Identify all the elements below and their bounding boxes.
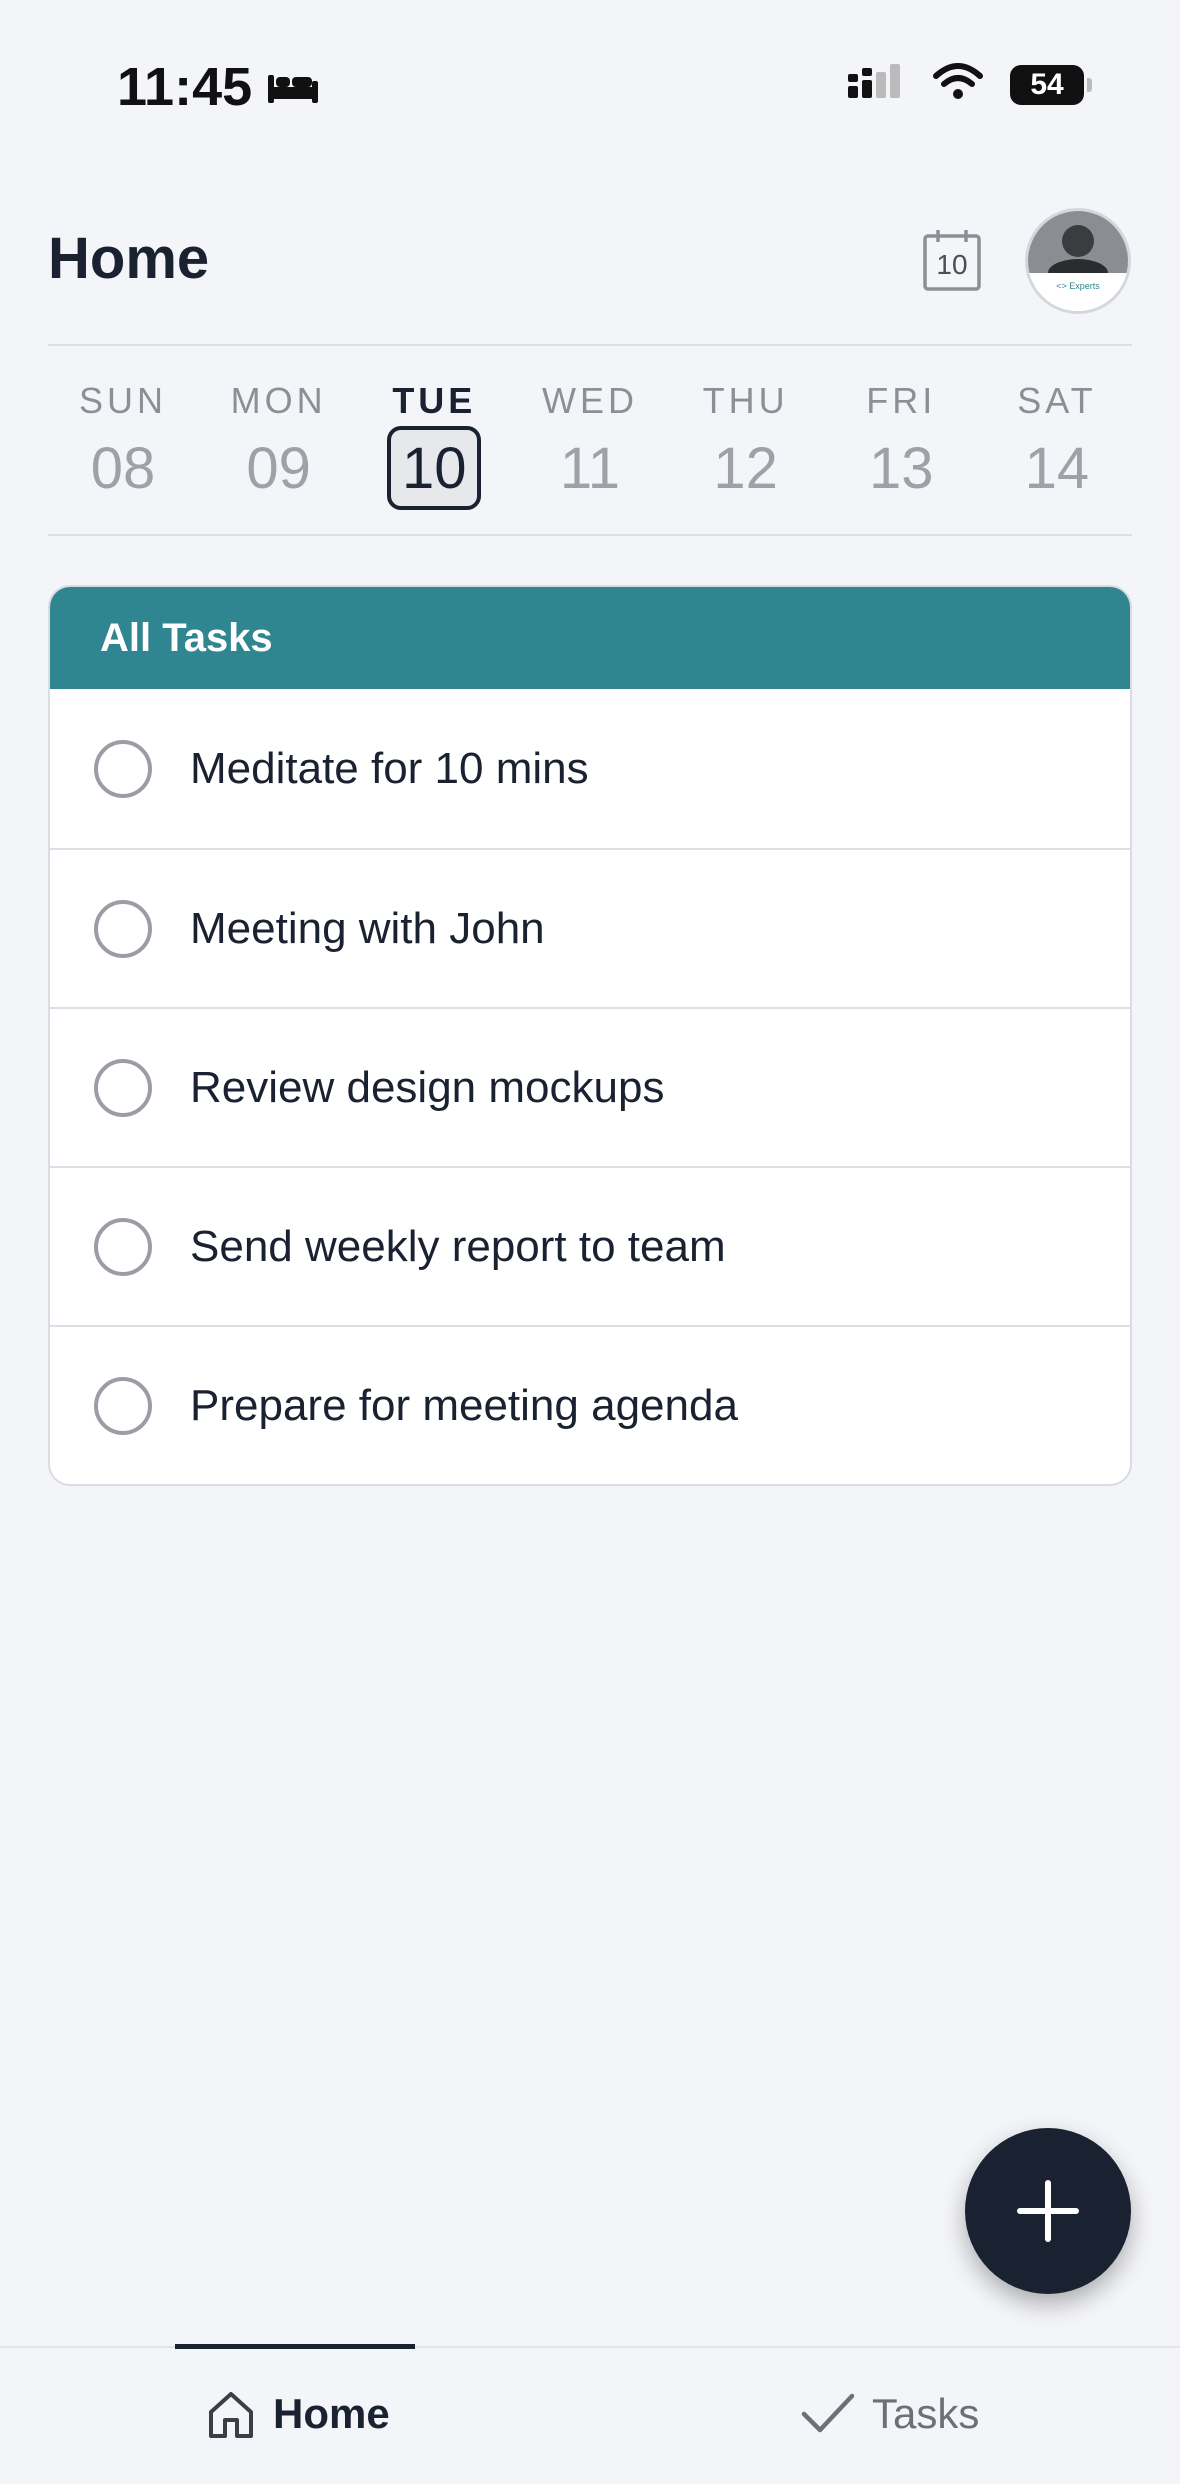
- tab-tasks-label: Tasks: [872, 2390, 980, 2437]
- task-row[interactable]: Meeting with John: [50, 848, 1130, 1007]
- task-checkbox[interactable]: [94, 1058, 152, 1117]
- svg-text:<> Experts: <> Experts: [1056, 281, 1100, 291]
- calendar-icon: 10: [923, 230, 981, 291]
- day-wed[interactable]: WED 11: [525, 370, 655, 520]
- day-sat[interactable]: SAT 14: [992, 370, 1122, 520]
- task-checkbox[interactable]: [94, 1217, 152, 1276]
- battery-icon: 54: [1010, 64, 1092, 105]
- checkmark-icon: [801, 2393, 855, 2433]
- wifi-icon: [932, 62, 984, 107]
- week-strip: SUN 08 MON 09 TUE 10 WED 11 THU 12 FRI 13 SAT 14: [48, 370, 1132, 520]
- task-row[interactable]: Meditate for 10 mins: [50, 689, 1130, 848]
- status-bar: 11:45 54: [0, 0, 1180, 175]
- plus-icon: [1017, 2180, 1079, 2242]
- day-number: 09: [246, 435, 311, 501]
- day-name: THU: [702, 380, 789, 421]
- day-name: WED: [541, 380, 638, 421]
- task-list: Meditate for 10 mins Meeting with John Rev…: [50, 689, 1130, 1484]
- day-fri[interactable]: FRI 13: [836, 370, 966, 520]
- day-name: SAT: [1017, 380, 1097, 421]
- calendar-button[interactable]: 10: [922, 228, 982, 292]
- clock-time: 11:45: [117, 57, 253, 117]
- day-number: 11: [559, 435, 621, 501]
- tab-active-indicator: [175, 2344, 415, 2349]
- day-number: 10: [387, 426, 482, 510]
- tab-tasks[interactable]: Tasks: [800, 2388, 979, 2440]
- task-label: Meeting with John: [190, 903, 545, 953]
- task-checkbox[interactable]: [94, 899, 152, 958]
- task-row[interactable]: Send weekly report to team: [50, 1166, 1130, 1325]
- header-divider: [48, 344, 1132, 346]
- day-name: MON: [230, 380, 327, 421]
- tab-bar: Home Tasks: [0, 2344, 1180, 2484]
- tab-home[interactable]: Home: [205, 2388, 390, 2440]
- task-card-header: All Tasks: [50, 587, 1130, 689]
- task-label: Prepare for meeting agenda: [190, 1380, 738, 1430]
- week-divider: [48, 534, 1132, 536]
- day-sun[interactable]: SUN 08: [58, 370, 188, 520]
- calendar-day-number: 10: [936, 249, 967, 280]
- task-checkbox[interactable]: [94, 1376, 152, 1435]
- home-icon: [209, 2392, 253, 2438]
- day-number: 13: [869, 435, 934, 501]
- bed-icon: [266, 56, 320, 118]
- day-number: 12: [713, 435, 778, 501]
- tab-home-label: Home: [273, 2390, 390, 2437]
- day-tue[interactable]: TUE 10: [369, 370, 499, 520]
- task-label: Meditate for 10 mins: [190, 743, 589, 793]
- status-time: 11:45: [117, 56, 320, 118]
- add-task-button[interactable]: [965, 2128, 1131, 2294]
- day-number: 14: [1024, 435, 1090, 501]
- user-avatar[interactable]: <> Experts: [1025, 208, 1131, 314]
- profile-photo: <> Experts: [1028, 211, 1128, 311]
- task-row[interactable]: Prepare for meeting agenda: [50, 1325, 1130, 1484]
- battery-level: 54: [1030, 67, 1064, 101]
- status-icons: 54: [846, 62, 1092, 107]
- task-card: All Tasks Meditate for 10 mins Meeting wi…: [48, 585, 1132, 1486]
- day-name: FRI: [866, 380, 937, 421]
- cellular-signal-icon: [846, 62, 906, 107]
- task-row[interactable]: Review design mockups: [50, 1007, 1130, 1166]
- task-checkbox[interactable]: [94, 739, 152, 798]
- day-thu[interactable]: THU 12: [681, 370, 811, 520]
- task-label: Review design mockups: [190, 1062, 665, 1112]
- task-label: Send weekly report to team: [190, 1221, 726, 1271]
- day-name: TUE: [392, 380, 477, 421]
- day-number: 08: [90, 435, 156, 501]
- page-title: Home: [48, 226, 210, 291]
- day-mon[interactable]: MON 09: [214, 370, 344, 520]
- day-name: SUN: [78, 380, 167, 421]
